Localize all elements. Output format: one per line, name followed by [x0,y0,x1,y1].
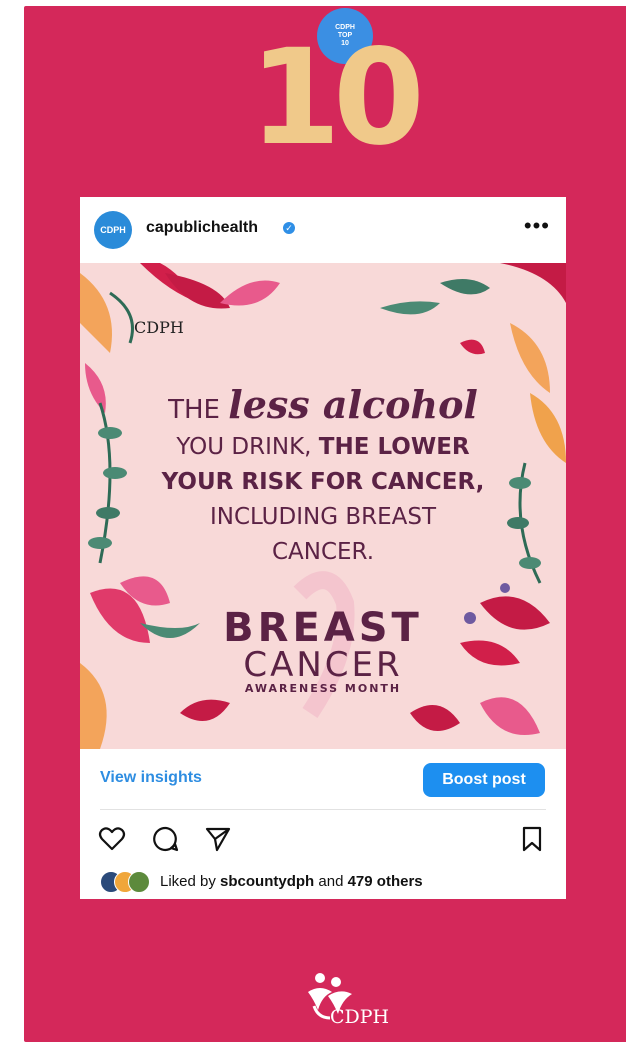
rank-number: 10 [249,21,425,175]
msg-line-3: YOUR RISK FOR CANCER, [161,469,485,495]
footer-logo-text: CDPH [330,1006,390,1028]
liker-avatar-3 [128,871,150,893]
insights-row: View insights Boost post [80,749,566,807]
msg-you-drink: YOU DRINK, [176,434,312,460]
likes-text[interactable]: Liked by sbcountydph and 479 others [160,873,423,890]
avatar-label: CDPH [100,225,126,235]
instagram-post: CDPH capublichealth ✓ ••• CDPH THE less … [80,197,566,899]
campaign-breast: BREAST [223,605,423,651]
post-header: CDPH capublichealth ✓ ••• [80,197,566,263]
likes-row: Liked by sbcountydph and 479 others [100,869,550,895]
avatar[interactable]: CDPH [94,211,132,249]
cdph-logo-small: CDPH [134,318,184,337]
save-bookmark-icon[interactable] [518,825,546,853]
campaign-title: BREAST CANCER AWARENESS MONTH [220,608,426,696]
comment-icon[interactable] [152,825,180,853]
campaign-cancer: CANCER [243,645,403,685]
post-message: THE less alcohol YOU DRINK, THE LOWER YO… [120,385,526,570]
msg-line-5: CANCER. [271,539,375,565]
campaign-awareness: AWARENESS MONTH [244,682,402,695]
heart-icon[interactable] [98,825,126,853]
cdph-footer-logo: CDPH [300,970,400,1036]
verified-badge-icon: ✓ [283,222,295,234]
msg-the-lower: THE LOWER [318,434,470,460]
post-actions [80,817,566,861]
msg-less-alcohol: less alcohol [228,382,478,427]
liker-avatars [100,871,156,893]
likes-prefix: Liked by [160,873,216,890]
view-insights-link[interactable]: View insights [100,769,202,787]
boost-post-button[interactable]: Boost post [423,763,545,797]
divider [100,809,546,810]
username-link[interactable]: capublichealth [146,219,258,237]
likes-count[interactable]: 479 others [348,873,423,890]
share-icon[interactable] [204,825,232,853]
likes-and: and [318,873,344,890]
msg-word-the: THE [168,395,220,425]
more-options-icon[interactable]: ••• [524,213,550,239]
likes-user[interactable]: sbcountydph [220,873,314,890]
post-image[interactable]: CDPH THE less alcohol YOU DRINK, THE LOW… [80,263,566,749]
msg-line-4: INCLUDING BREAST [209,504,437,530]
